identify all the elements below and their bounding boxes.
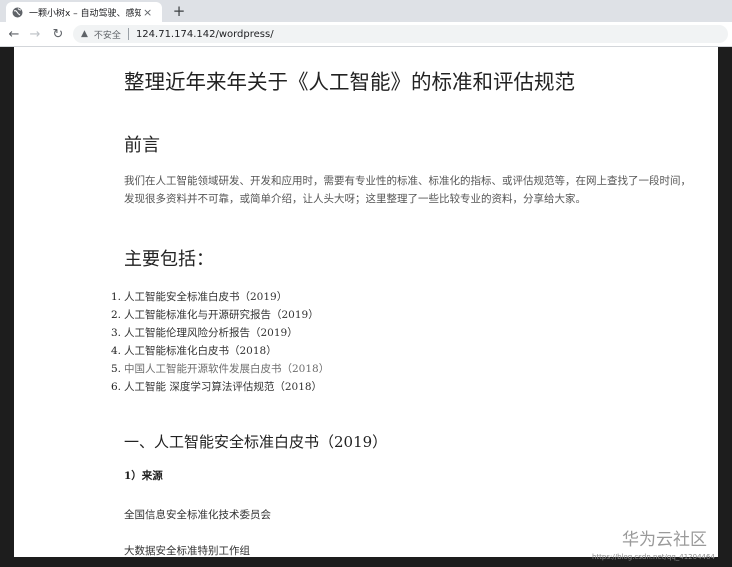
list-item-text: 人工智能伦理风险分析报告（2019）	[124, 327, 298, 339]
preface-paragraph: 我们在人工智能领域研发、开发和应用时，需要有专业性的标准、标准化的指标、或评估规…	[124, 175, 691, 205]
right-page-border	[718, 47, 732, 557]
list-item[interactable]: 5. 中国人工智能开源软件发展白皮书（2018）	[111, 360, 329, 378]
globe-icon	[12, 7, 23, 18]
browser-toolbar: ← → ↻ ▲ 不安全 124.71.174.142/wordpress/	[0, 22, 732, 47]
insecure-label[interactable]: 不安全	[94, 28, 121, 41]
list-item-text: 人工智能 深度学习算法评估规范（2018）	[124, 381, 323, 393]
section-heading: 一、人工智能安全标准白皮书（2019）	[124, 433, 388, 451]
article-title: 整理近年来年关于《人工智能》的标准和评估规范	[124, 70, 575, 94]
watermark-logo: 华为云社区	[622, 530, 707, 550]
browser-tab[interactable]: 一颗小树x – 自动驾驶、感知识别 ×	[6, 2, 162, 22]
url-text[interactable]: 124.71.174.142/wordpress/	[136, 29, 274, 40]
list-item: 4. 人工智能标准化白皮书（2018）	[111, 342, 329, 360]
list-item: 2. 人工智能标准化与开源研究报告（2019）	[111, 306, 329, 324]
tab-strip: 一颗小树x – 自动驾驶、感知识别 × +	[0, 0, 732, 22]
list-item-link[interactable]: 中国人工智能开源软件发展白皮书（2018）	[124, 363, 329, 375]
list-item-text: 人工智能安全标准白皮书（2019）	[124, 291, 288, 303]
list-number: 6.	[111, 381, 122, 393]
tab-title: 一颗小树x – 自动驾驶、感知识别	[29, 8, 141, 19]
reload-icon[interactable]: ↻	[49, 25, 67, 43]
left-page-border	[0, 47, 14, 557]
list-number: 4.	[111, 345, 122, 357]
list-item: 1. 人工智能安全标准白皮书（2019）	[111, 288, 329, 306]
new-tab-button[interactable]: +	[170, 1, 188, 21]
list-item: 3. 人工智能伦理风险分析报告（2019）	[111, 324, 329, 342]
list-number: 5.	[111, 363, 122, 375]
contents-list: 1. 人工智能安全标准白皮书（2019） 2. 人工智能标准化与开源研究报告（201…	[111, 288, 329, 396]
close-tab-icon[interactable]: ×	[143, 6, 152, 19]
watermark-url: https://blog.csdn.net/qq_41204464	[592, 553, 715, 561]
list-item-text: 人工智能标准化白皮书（2018）	[124, 345, 277, 357]
back-arrow-icon[interactable]: ←	[5, 25, 23, 43]
warning-icon[interactable]: ▲	[81, 29, 88, 39]
forward-arrow-icon[interactable]: →	[26, 25, 44, 43]
list-item: 6. 人工智能 深度学习算法评估规范（2018）	[111, 378, 329, 396]
address-bar[interactable]: ▲ 不安全 124.71.174.142/wordpress/	[73, 25, 728, 43]
source-paragraph: 大数据安全标准特别工作组	[124, 545, 250, 557]
list-number: 3.	[111, 327, 122, 339]
address-divider	[127, 28, 129, 40]
list-number: 2.	[111, 309, 122, 321]
list-item-text: 人工智能标准化与开源研究报告（2019）	[124, 309, 319, 321]
source-paragraph: 全国信息安全标准化技术委员会	[124, 509, 271, 521]
source-subheading: 1）来源	[124, 470, 163, 482]
list-number: 1.	[111, 291, 122, 303]
contents-heading: 主要包括：	[124, 249, 214, 270]
preface-heading: 前言	[124, 135, 160, 156]
page-content: 整理近年来年关于《人工智能》的标准和评估规范 前言 我们在人工智能领域研发、开发…	[14, 47, 718, 557]
